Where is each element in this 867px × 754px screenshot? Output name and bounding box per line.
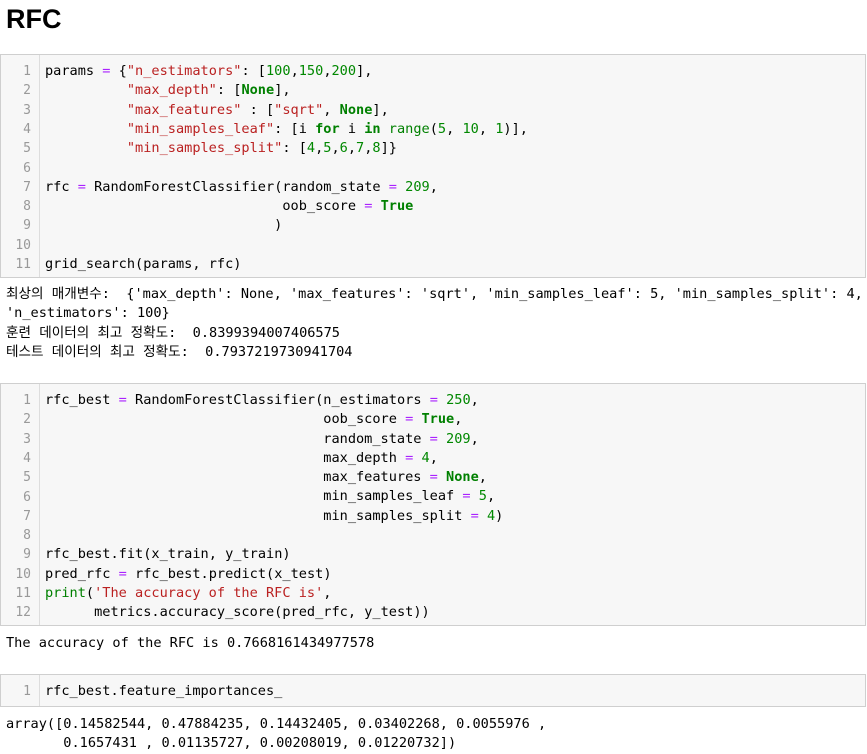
line-number: 1	[23, 393, 31, 408]
line-number: 10	[15, 566, 31, 582]
line-number: 11	[15, 257, 31, 272]
code-cell-feature-importances[interactable]: 1 rfc_best.feature_importances_	[0, 674, 866, 707]
line-number: 8	[23, 528, 31, 544]
code-editor[interactable]: rfc_best.feature_importances_	[45, 682, 282, 701]
code-line: rfc = RandomForestClassifier(random_stat…	[45, 178, 438, 195]
code-cell-grid-search[interactable]: 1 2 3 4 5 6 7 8 9 10 11 params = {"n_estimators": …	[0, 54, 866, 278]
code-line: "max_features" : ["sqrt", None],	[126, 101, 389, 118]
line-number: 4	[23, 450, 31, 466]
code-line: max_depth = 4,	[323, 449, 438, 466]
line-number: 1	[23, 64, 31, 79]
code-line: rfc_best = RandomForestClassifier(n_esti…	[45, 392, 479, 408]
output-line: 'n_estimators': 100}	[6, 305, 170, 322]
output-line: 훈련 데이터의 최고 정확도: 0.8399394007406575	[6, 324, 340, 341]
line-number: 11	[15, 586, 31, 601]
code-line: pred_rfc = rfc_best.predict(x_test)	[45, 565, 332, 582]
line-number: 2	[23, 412, 31, 428]
section-heading: RFC	[6, 4, 62, 34]
line-number: 8	[23, 199, 31, 215]
code-editor[interactable]: params = {"n_estimators": [100,150,200],…	[45, 62, 528, 274]
line-number: 10	[15, 237, 31, 253]
code-line: grid_search(params, rfc)	[45, 255, 242, 272]
code-line: "min_samples_leaf": [i for i in range(5,…	[126, 120, 528, 137]
line-number: 3	[23, 431, 31, 447]
line-number: 5	[23, 141, 31, 157]
output-line: 최상의 매개변수: {'max_depth': None, 'max_featu…	[6, 286, 863, 302]
code-line: random_state = 209,	[323, 430, 479, 447]
code-line: rfc_best.feature_importances_	[45, 683, 283, 699]
line-number: 1	[23, 684, 31, 699]
line-number: 7	[23, 508, 31, 524]
line-number: 3	[23, 102, 31, 118]
code-line: print('The accuracy of the RFC is',	[45, 584, 332, 601]
code-line: max_features = None,	[323, 469, 487, 486]
code-cell-rfc-best[interactable]: 1 2 3 4 5 6 7 8 9 10 11 12 rfc_best = RandomForestC…	[0, 383, 866, 626]
code-line: oob_score = True,	[323, 411, 463, 428]
line-number: 12	[15, 605, 31, 621]
code-line: "max_depth": [None],	[126, 82, 291, 99]
code-line: min_samples_split = 4)	[323, 507, 504, 524]
code-line: oob_score = True	[282, 198, 414, 215]
line-number: 7	[23, 179, 31, 195]
cell-output-grid-search: 최상의 매개변수: {'max_depth': None, 'max_featu…	[6, 285, 863, 362]
output-line: The accuracy of the RFC is 0.76681614349…	[6, 635, 375, 651]
line-number: 4	[23, 121, 31, 137]
cell-output-accuracy: The accuracy of the RFC is 0.76681614349…	[6, 634, 374, 653]
code-line: metrics.accuracy_score(pred_rfc, y_test)…	[94, 604, 430, 621]
line-number: 9	[23, 547, 31, 563]
output-line: array([0.14582544, 0.47884235, 0.1443240…	[6, 716, 547, 732]
output-line: 테스트 데이터의 최고 정확도: 0.7937219730941704	[6, 343, 353, 360]
line-number: 9	[23, 218, 31, 234]
line-number: 2	[23, 83, 31, 99]
line-number: 6	[23, 160, 31, 176]
cell-output-feature-importances: array([0.14582544, 0.47884235, 0.1443240…	[6, 715, 546, 754]
code-line: "min_samples_split": [4,5,6,7,8]}	[126, 140, 397, 157]
code-line: rfc_best.fit(x_train, y_train)	[45, 546, 291, 563]
code-line: min_samples_leaf = 5,	[323, 488, 496, 505]
code-line: )	[45, 217, 283, 234]
output-line: 0.1657431 , 0.01135727, 0.00208019, 0.01…	[6, 735, 457, 752]
line-number: 5	[23, 470, 31, 486]
code-line: params = {"n_estimators": [100,150,200],	[45, 63, 373, 79]
code-editor[interactable]: rfc_best = RandomForestClassifier(n_esti…	[45, 391, 503, 623]
line-number: 6	[23, 489, 31, 505]
